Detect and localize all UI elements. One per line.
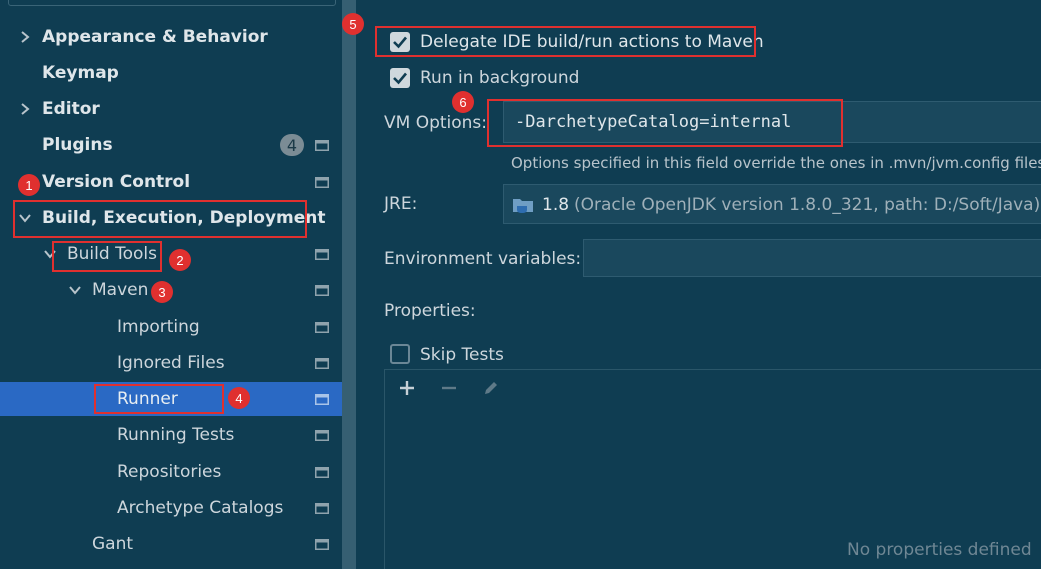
search-box[interactable]	[8, 0, 336, 6]
project-level-icon	[315, 248, 329, 260]
jre-version: 1.8	[542, 195, 570, 215]
jre-label: JRE:	[384, 194, 418, 214]
tree-item-label: Version Control	[42, 172, 191, 192]
tree-item-label: Ignored Files	[117, 353, 225, 373]
annotation-box-build-execution-deployment	[13, 200, 307, 238]
annotation-box-runner	[94, 384, 224, 414]
jre-dropdown[interactable]: 1.8 (Oracle OpenJDK version 1.8.0_321, p…	[503, 184, 1041, 224]
tree-item-importing[interactable]: Importing	[0, 310, 342, 344]
panel-splitter[interactable]	[342, 0, 356, 569]
annotation-box-vm-options	[487, 99, 843, 147]
project-level-icon	[315, 357, 329, 369]
tree-item-label: Editor	[42, 99, 100, 119]
project-level-icon	[315, 139, 329, 151]
skip-tests-label[interactable]: Skip Tests	[420, 345, 504, 365]
annotation-marker-1: 1	[18, 174, 40, 196]
settings-tree: Appearance & Behavior Keymap Editor Plug…	[0, 0, 356, 569]
project-level-icon	[315, 538, 329, 550]
run-in-background-label[interactable]: Run in background	[420, 68, 579, 88]
tree-item-label: Repositories	[117, 462, 222, 482]
annotation-marker-3: 3	[151, 281, 173, 303]
project-level-icon	[315, 502, 329, 514]
tree-item-editor[interactable]: Editor	[0, 92, 342, 126]
annotation-box-build-tools	[52, 241, 162, 272]
tree-item-archetype-catalogs[interactable]: Archetype Catalogs	[0, 491, 342, 525]
project-level-icon	[315, 321, 329, 333]
tree-item-keymap[interactable]: Keymap	[0, 56, 342, 90]
tree-item-label: Importing	[117, 317, 200, 337]
properties-table: No properties defined	[384, 369, 1041, 569]
chevron-right-icon[interactable]	[18, 102, 32, 116]
annotation-marker-6: 6	[452, 91, 474, 113]
edit-pencil-icon[interactable]	[481, 378, 501, 398]
folder-icon	[512, 195, 536, 220]
run-in-background-checkbox[interactable]	[390, 68, 410, 88]
project-level-icon	[315, 466, 329, 478]
add-icon[interactable]	[397, 378, 417, 398]
chevron-right-icon[interactable]	[18, 30, 32, 44]
env-variables-field[interactable]	[583, 239, 1041, 277]
annotation-box-delegate	[375, 26, 756, 57]
tree-item-label: Maven	[92, 280, 149, 300]
tree-item-gant[interactable]: Gant	[0, 527, 342, 561]
vm-options-label: VM Options:	[384, 113, 488, 133]
remove-icon[interactable]	[439, 378, 459, 398]
tree-item-label: Plugins	[42, 135, 113, 155]
project-level-icon	[315, 393, 329, 405]
tree-item-running-tests[interactable]: Running Tests	[0, 418, 342, 452]
vm-options-hint: Options specified in this field override…	[511, 154, 1041, 172]
tree-item-label: Keymap	[42, 63, 119, 83]
annotation-marker-2: 2	[169, 249, 191, 271]
jre-detail: (Oracle OpenJDK version 1.8.0_321, path:…	[574, 195, 1041, 215]
env-variables-label: Environment variables:	[384, 249, 582, 269]
plugins-count-badge: 4	[280, 134, 304, 156]
tree-item-label: Running Tests	[117, 425, 235, 445]
properties-label: Properties:	[384, 301, 476, 321]
project-level-icon	[315, 429, 329, 441]
tree-item-version-control[interactable]: Version Control	[0, 165, 342, 199]
skip-tests-checkbox[interactable]	[390, 344, 410, 364]
checkmark-icon	[393, 72, 407, 85]
no-properties-text: No properties defined	[847, 540, 1032, 560]
tree-item-plugins[interactable]: Plugins 4	[0, 128, 342, 162]
chevron-down-icon[interactable]	[68, 283, 82, 297]
project-level-icon	[315, 176, 329, 188]
tree-item-repositories[interactable]: Repositories	[0, 455, 342, 489]
tree-item-label: Archetype Catalogs	[117, 498, 284, 518]
tree-item-ignored-files[interactable]: Ignored Files	[0, 346, 342, 380]
tree-item-appearance-behavior[interactable]: Appearance & Behavior	[0, 20, 342, 54]
annotation-marker-5: 5	[342, 13, 364, 35]
annotation-marker-4: 4	[228, 387, 250, 409]
project-level-icon	[315, 284, 329, 296]
tree-item-label: Appearance & Behavior	[42, 27, 268, 47]
tree-item-label: Gant	[92, 534, 134, 554]
